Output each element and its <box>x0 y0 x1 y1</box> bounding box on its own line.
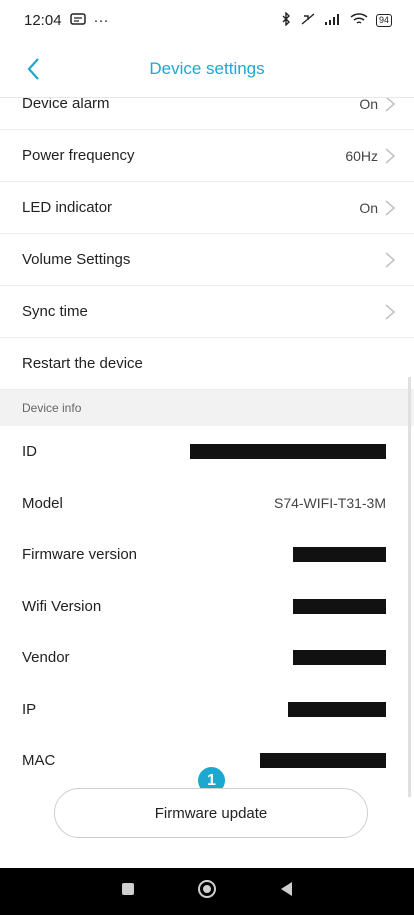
section-title: Device info <box>22 401 82 415</box>
circle-icon <box>198 880 216 898</box>
row-value: On <box>359 199 378 216</box>
firmware-update-button[interactable]: Firmware update <box>54 788 368 838</box>
info-row-id: ID <box>0 426 414 478</box>
status-right: 94 <box>280 10 392 29</box>
back-nav-button[interactable] <box>278 880 294 903</box>
status-left: 12:04 ··· <box>24 12 109 29</box>
info-label: Firmware version <box>22 546 138 564</box>
chevron-right-icon <box>385 199 396 216</box>
info-label: ID <box>22 443 37 461</box>
info-row-vendor: Vendor <box>0 632 414 684</box>
home-button[interactable] <box>196 878 218 905</box>
row-label: LED indicator <box>22 199 113 216</box>
scrollbar[interactable] <box>408 377 411 797</box>
row-label: Sync time <box>22 303 88 320</box>
status-bar: 12:04 ··· 94 <box>0 0 414 40</box>
settings-row-device-alarm[interactable]: Device alarm On <box>0 98 414 130</box>
row-label: Restart the device <box>22 355 143 372</box>
chevron-right-icon <box>385 98 396 112</box>
firmware-update-label: Firmware update <box>154 804 268 822</box>
row-value: On <box>359 98 378 112</box>
settings-content[interactable]: Device alarm On Power frequency 60Hz LED… <box>0 98 414 868</box>
redacted-value <box>293 650 386 666</box>
settings-row-volume-settings[interactable]: Volume Settings <box>0 234 414 286</box>
info-value: S74-WIFI-T31-3M <box>273 495 386 512</box>
row-label: Power frequency <box>22 147 135 164</box>
redacted-value <box>293 547 386 563</box>
row-label: Device alarm <box>22 98 110 112</box>
page-title: Device settings <box>149 58 265 78</box>
settings-row-power-frequency[interactable]: Power frequency 60Hz <box>0 130 414 182</box>
chevron-right-icon <box>385 303 396 320</box>
firmware-update-area: 1 Firmware update <box>0 760 414 870</box>
wifi-icon <box>350 12 368 29</box>
row-value-group <box>384 303 396 321</box>
row-value-group: On <box>359 98 396 113</box>
info-row-model: Model S74-WIFI-T31-3M <box>0 477 414 529</box>
app-header: Device settings <box>0 40 414 98</box>
battery-icon: 94 <box>375 13 392 27</box>
data-icon <box>300 12 316 29</box>
row-value-group: On <box>359 199 396 217</box>
back-button[interactable] <box>18 54 48 84</box>
row-value-group <box>384 251 396 269</box>
redacted-value <box>190 444 386 460</box>
status-time: 12:04 <box>24 11 62 29</box>
info-row-ip: IP <box>0 683 414 735</box>
redacted-value <box>293 598 386 614</box>
square-icon <box>122 883 134 895</box>
chevron-left-icon <box>27 58 39 80</box>
section-header-device-info: Device info <box>0 390 414 426</box>
settings-list: Device alarm On Power frequency 60Hz LED… <box>0 98 414 787</box>
row-label: Volume Settings <box>22 251 131 268</box>
settings-row-restart-device[interactable]: Restart the device <box>0 338 414 390</box>
message-icon <box>69 12 86 29</box>
redacted-value <box>288 701 386 717</box>
row-value-group: 60Hz <box>345 147 396 165</box>
info-row-wifi-version: Wifi Version <box>0 580 414 632</box>
chevron-right-icon <box>385 251 396 268</box>
info-label: Wifi Version <box>22 597 102 615</box>
info-label: Model <box>22 494 63 512</box>
bluetooth-icon <box>280 10 292 29</box>
row-value: 60Hz <box>345 147 378 164</box>
system-nav-bar <box>0 868 414 915</box>
settings-row-sync-time[interactable]: Sync time <box>0 286 414 338</box>
triangle-back-icon <box>281 882 292 896</box>
info-row-firmware-version: Firmware version <box>0 529 414 581</box>
status-more: ··· <box>93 11 109 29</box>
chevron-right-icon <box>385 147 396 164</box>
recents-button[interactable] <box>120 881 136 902</box>
settings-row-led-indicator[interactable]: LED indicator On <box>0 182 414 234</box>
info-label: IP <box>22 700 37 718</box>
signal-icon <box>324 13 342 28</box>
info-label: Vendor <box>22 649 70 667</box>
